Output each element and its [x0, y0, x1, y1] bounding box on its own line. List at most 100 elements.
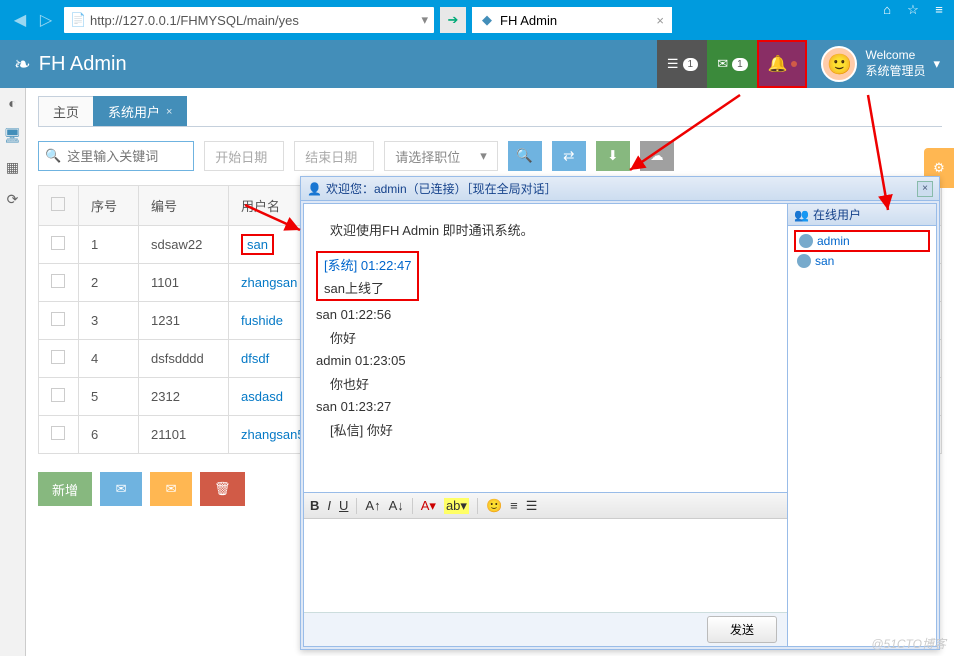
- row-checkbox[interactable]: [51, 426, 65, 440]
- bold-icon[interactable]: B: [310, 498, 319, 513]
- go-button[interactable]: ➔: [440, 7, 466, 33]
- chat-window: 👤 欢迎您：admin（已连接）［现在全局对话］ × 欢迎使用FH Admin …: [300, 176, 940, 650]
- side-rail: ◐ 🖥 ▦ ⟳: [0, 88, 26, 656]
- alert-badge: [791, 61, 797, 67]
- end-date-input[interactable]: 结束日期: [294, 141, 374, 171]
- cell-seq: 3: [79, 302, 139, 340]
- window-controls: ⌂ ☆ ≡: [878, 2, 948, 18]
- brand-text: FH Admin: [39, 53, 127, 76]
- online-user-name: san: [815, 254, 834, 268]
- col-code: 编号: [139, 186, 229, 226]
- page-tabs: 主页 系统用户 ×: [38, 96, 942, 127]
- rail-grid-icon[interactable]: ▦: [2, 156, 24, 178]
- font-color-icon[interactable]: A▾: [421, 498, 436, 514]
- search-button[interactable]: 🔍: [508, 141, 542, 171]
- msg-user3: san 01:23:27: [316, 399, 775, 414]
- bell-icon: 🔔: [767, 54, 787, 74]
- search-input[interactable]: [67, 149, 187, 164]
- tab-home[interactable]: 主页: [38, 96, 94, 126]
- row-checkbox[interactable]: [51, 236, 65, 250]
- browser-chrome: ◀ ▷ 📄 ▾ ➔ ◆ FH Admin × ⌂ ☆ ≡: [0, 0, 954, 40]
- browser-tab[interactable]: ◆ FH Admin ×: [472, 7, 672, 33]
- url-bar[interactable]: 📄 ▾: [64, 7, 434, 33]
- page-icon: 📄: [70, 12, 86, 28]
- rail-monitor-icon[interactable]: 🖥: [2, 124, 24, 146]
- tab-users-label: 系统用户: [108, 102, 160, 121]
- underline-icon[interactable]: U: [339, 498, 348, 513]
- chat-titlebar[interactable]: 👤 欢迎您：admin（已连接）［现在全局对话］ ×: [301, 177, 939, 201]
- online-user[interactable]: san: [794, 252, 930, 270]
- win-home-icon[interactable]: ⌂: [878, 2, 896, 18]
- chat-close-icon[interactable]: ×: [917, 181, 933, 197]
- nav-back[interactable]: ◀: [8, 8, 32, 32]
- welcome-line: 欢迎使用FH Admin 即时通讯系统。: [316, 220, 775, 239]
- online-title-text: 在线用户: [813, 206, 861, 223]
- mail2-button[interactable]: ✉: [150, 472, 192, 506]
- tab-close-icon[interactable]: ×: [656, 13, 664, 28]
- rail-collapse-icon[interactable]: ⟳: [2, 188, 24, 210]
- leaf-icon: ❧: [14, 52, 31, 77]
- cell-code: dsfsdddd: [139, 340, 229, 378]
- caret-down-icon: ▾: [933, 56, 940, 72]
- dropdown-icon[interactable]: ▾: [421, 12, 428, 28]
- tasks-icon: ☰: [667, 56, 679, 72]
- tab-title: FH Admin: [500, 13, 557, 28]
- msg-text1: 你好: [316, 328, 775, 347]
- win-star-icon[interactable]: ☆: [904, 2, 922, 18]
- mail-button[interactable]: ✉: [100, 472, 142, 506]
- row-checkbox[interactable]: [51, 312, 65, 326]
- download-button[interactable]: ⬇: [596, 141, 630, 171]
- add-button[interactable]: 新增: [38, 472, 92, 506]
- tab-users[interactable]: 系统用户 ×: [93, 96, 187, 126]
- msg-text3: [私信] 你好: [316, 420, 775, 439]
- highlight-icon[interactable]: ab▾: [444, 498, 469, 514]
- user-icon: [799, 234, 813, 248]
- row-checkbox[interactable]: [51, 350, 65, 364]
- mail-badge: 1: [732, 58, 748, 71]
- win-menu-icon[interactable]: ≡: [930, 2, 948, 18]
- tab-close-icon[interactable]: ×: [166, 106, 172, 118]
- cell-code: sdsaw22: [139, 226, 229, 264]
- hdr-tasks[interactable]: ☰ 1: [657, 40, 707, 88]
- delete-button[interactable]: 🗑: [200, 472, 245, 506]
- check-all[interactable]: [51, 197, 65, 211]
- url-input[interactable]: [90, 13, 421, 28]
- tasks-badge: 1: [683, 58, 699, 71]
- user-menu[interactable]: 🙂 Welcome 系统管理员 ▾: [807, 40, 954, 88]
- font-inc-icon[interactable]: A↑: [365, 498, 380, 513]
- rail-dashboard-icon[interactable]: ◐: [2, 92, 24, 114]
- nav-fwd[interactable]: ▷: [34, 8, 58, 32]
- sys-msg: san上线了: [324, 278, 411, 297]
- online-user[interactable]: admin: [794, 230, 930, 252]
- online-title: 👥 在线用户: [788, 204, 936, 226]
- msg-user2: admin 01:23:05: [316, 353, 775, 368]
- cell-seq: 6: [79, 416, 139, 454]
- send-button[interactable]: 发送: [707, 616, 777, 643]
- start-date-input[interactable]: 开始日期: [204, 141, 284, 171]
- hdr-alerts[interactable]: 🔔: [757, 40, 807, 88]
- list-ol-icon[interactable]: ≡: [510, 498, 518, 513]
- online-list: admin san: [788, 226, 936, 274]
- col-seq: 序号: [79, 186, 139, 226]
- cell-seq: 2: [79, 264, 139, 302]
- search-box[interactable]: 🔍: [38, 141, 194, 171]
- app-header: ❧ FH Admin ☰ 1 ✉ 1 🔔 🙂 Welcome 系统管理员 ▾: [0, 40, 954, 88]
- users-icon: 👥: [794, 208, 809, 222]
- chat-title-text: 欢迎您：admin（已连接）［现在全局对话］: [326, 180, 557, 197]
- emoji-icon[interactable]: 🙂: [486, 498, 502, 514]
- hdr-mail[interactable]: ✉ 1: [707, 40, 757, 88]
- role-select-label: 请选择职位: [395, 147, 460, 166]
- search-icon: 🔍: [45, 148, 61, 164]
- font-dec-icon[interactable]: A↓: [389, 498, 404, 513]
- list-ul-icon[interactable]: ☰: [526, 498, 538, 514]
- cell-seq: 1: [79, 226, 139, 264]
- app-brand: ❧ FH Admin: [0, 52, 141, 77]
- role-select[interactable]: 请选择职位 ▾: [384, 141, 498, 171]
- shuffle-button[interactable]: ⇄: [552, 141, 586, 171]
- row-checkbox[interactable]: [51, 388, 65, 402]
- editor-textarea[interactable]: [304, 519, 787, 612]
- italic-icon[interactable]: I: [327, 498, 331, 513]
- row-checkbox[interactable]: [51, 274, 65, 288]
- cloud-button[interactable]: ☁: [640, 141, 674, 171]
- cell-code: 2312: [139, 378, 229, 416]
